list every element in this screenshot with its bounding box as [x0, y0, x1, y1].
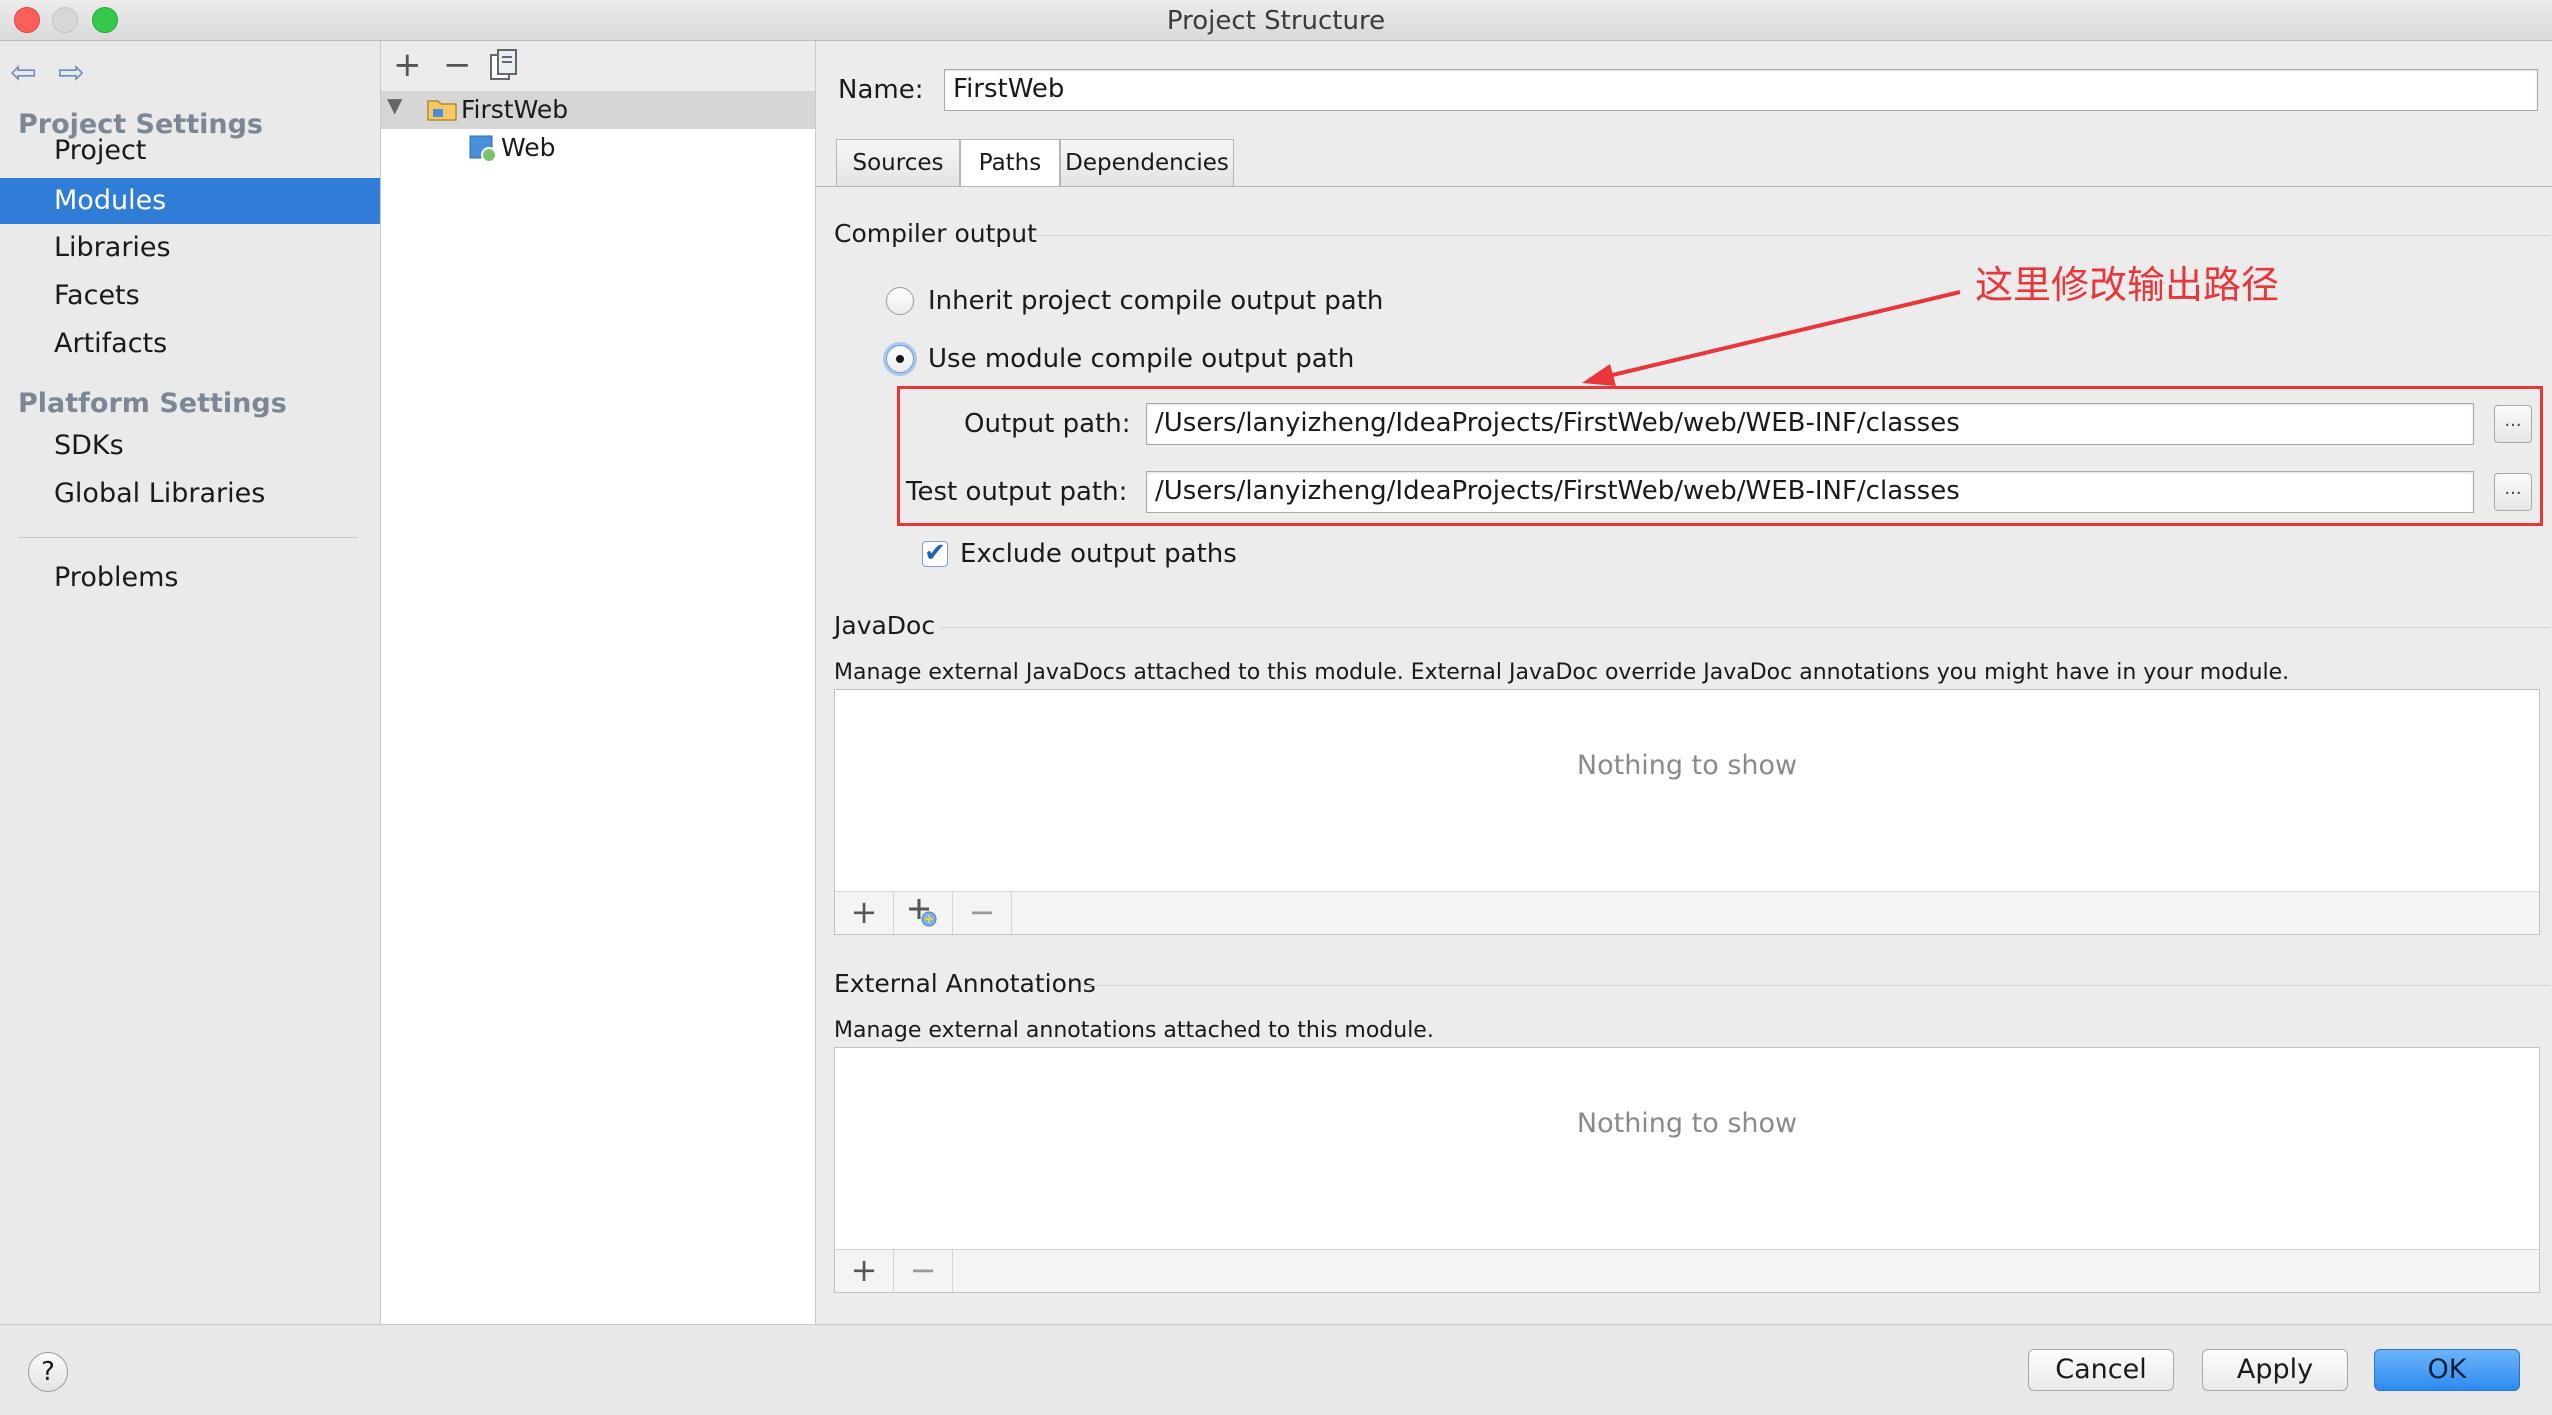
sidebar-item-global-libraries[interactable]: Global Libraries — [0, 471, 380, 517]
add-annotation-button[interactable]: + — [835, 1250, 894, 1292]
sidebar-item-label: Artifacts — [54, 328, 168, 359]
arrow-left-icon[interactable]: ⇦ — [10, 53, 37, 91]
inherit-output-radio[interactable] — [886, 287, 914, 315]
annotation-text: 这里修改输出路径 — [1975, 263, 2280, 307]
section-divider — [940, 627, 2550, 628]
tree-node-web[interactable]: Web — [381, 129, 815, 167]
exclude-output-label: Exclude output paths — [960, 539, 1237, 569]
tab-paths[interactable]: Paths — [960, 139, 1060, 187]
module-output-radio[interactable] — [886, 345, 914, 373]
sidebar-item-problems[interactable]: Problems — [0, 555, 380, 601]
module-tree-panel: + − ▼ FirstWeb Web — [381, 41, 816, 1324]
external-annotations-list[interactable]: Nothing to show + − — [834, 1047, 2540, 1293]
annotations-list-toolbar: + − — [835, 1249, 2539, 1292]
add-javadoc-url-button[interactable] — [894, 892, 953, 934]
platform-settings-header: Platform Settings — [18, 388, 287, 419]
tab-sources[interactable]: Sources — [836, 139, 960, 187]
module-settings-panel: Name: FirstWeb Sources Paths Dependencie… — [816, 41, 2552, 1324]
settings-sidebar: ⇦ ⇨ Project Settings Project Modules Lib… — [0, 41, 381, 1324]
arrow-right-icon[interactable]: ⇨ — [58, 53, 85, 91]
sidebar-item-sdks[interactable]: SDKs — [0, 423, 380, 469]
sidebar-item-artifacts[interactable]: Artifacts — [0, 321, 380, 367]
sidebar-divider — [18, 537, 358, 538]
sidebar-item-label: Facets — [54, 280, 140, 311]
sidebar-item-label: SDKs — [54, 430, 124, 461]
help-button[interactable]: ? — [28, 1352, 68, 1392]
tree-node-firstweb[interactable]: ▼ FirstWeb — [381, 91, 815, 129]
tree-node-label: Web — [501, 133, 556, 162]
sidebar-item-label: Global Libraries — [54, 478, 266, 509]
add-module-button[interactable]: + — [393, 45, 422, 85]
folder-icon — [427, 97, 457, 125]
chevron-down-icon[interactable]: ▼ — [387, 93, 402, 117]
module-name-input[interactable]: FirstWeb — [944, 69, 2538, 111]
javadoc-title: JavaDoc — [834, 611, 936, 640]
section-divider — [1034, 235, 2550, 236]
ok-button[interactable]: OK — [2374, 1349, 2520, 1391]
external-annotations-description: Manage external annotations attached to … — [834, 1018, 1434, 1043]
tab-dependencies[interactable]: Dependencies — [1060, 139, 1234, 187]
copy-icon[interactable] — [489, 49, 519, 90]
web-facet-icon — [469, 135, 497, 167]
sidebar-item-label: Modules — [54, 185, 167, 216]
sidebar-item-facets[interactable]: Facets — [0, 273, 380, 319]
empty-state-text: Nothing to show — [1576, 1108, 1798, 1139]
sidebar-item-label: Problems — [54, 562, 179, 593]
sidebar-item-label: Libraries — [54, 232, 171, 263]
sidebar-item-libraries[interactable]: Libraries — [0, 225, 380, 271]
apply-button[interactable]: Apply — [2202, 1349, 2348, 1391]
inherit-output-label: Inherit project compile output path — [928, 286, 1384, 316]
remove-module-button[interactable]: − — [443, 45, 472, 85]
tree-toolbar: + − — [381, 41, 815, 92]
external-annotations-title: External Annotations — [834, 969, 1096, 998]
dialog-footer: ? Cancel Apply OK — [0, 1324, 2552, 1415]
window-title: Project Structure — [1166, 6, 1386, 36]
remove-javadoc-button[interactable]: − — [953, 892, 1012, 934]
sidebar-item-label: Project — [54, 135, 147, 166]
remove-annotation-button[interactable]: − — [894, 1250, 953, 1292]
empty-state-text: Nothing to show — [1576, 750, 1798, 781]
cancel-button[interactable]: Cancel — [2028, 1349, 2174, 1391]
name-label: Name: — [838, 75, 924, 105]
compiler-output-title: Compiler output — [834, 219, 1037, 248]
javadoc-list[interactable]: Nothing to show + − — [834, 689, 2540, 935]
section-divider — [1082, 985, 2550, 986]
javadoc-description: Manage external JavaDocs attached to thi… — [834, 660, 2290, 685]
module-output-label: Use module compile output path — [928, 344, 1355, 374]
javadoc-list-toolbar: + − — [835, 891, 2539, 934]
add-javadoc-button[interactable]: + — [835, 892, 894, 934]
tab-divider — [816, 186, 2552, 187]
exclude-output-checkbox[interactable]: ✔ — [922, 540, 948, 567]
tree-node-label: FirstWeb — [461, 95, 569, 124]
sidebar-item-project[interactable]: Project — [0, 128, 380, 174]
sidebar-item-modules[interactable]: Modules — [0, 178, 380, 224]
annotation-highlight-box — [897, 386, 2543, 526]
title-bar: Project Structure — [0, 0, 2552, 41]
annotation-arrow-icon — [1582, 290, 1961, 386]
